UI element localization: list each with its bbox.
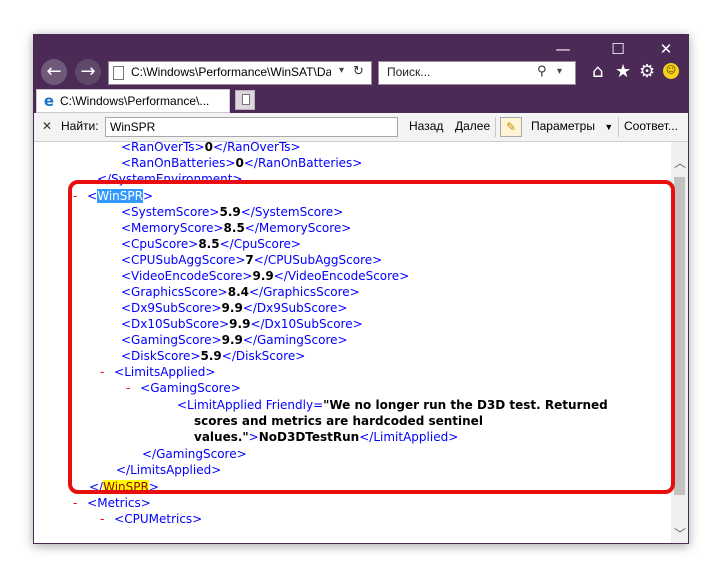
find-next-button[interactable]: Далее: [455, 119, 490, 133]
close-button[interactable]: ✕: [648, 37, 684, 61]
refresh-icon[interactable]: ↻: [353, 64, 364, 79]
browser-tab[interactable]: e C:\Windows\Performance\...: [36, 89, 230, 113]
xml-value: 0: [204, 142, 213, 154]
find-divider-2: [618, 117, 619, 137]
xml-line-metrics-open: - <Metrics>: [73, 495, 151, 511]
settings-icon[interactable]: ⚙: [639, 60, 655, 84]
favorites-icon[interactable]: ★: [615, 60, 631, 84]
scroll-thumb[interactable]: [674, 177, 685, 495]
search-placeholder[interactable]: Поиск...: [387, 65, 430, 79]
forward-arrow-icon: →: [80, 61, 96, 82]
match-count-button[interactable]: Соответ...: [624, 119, 678, 133]
find-prev-button[interactable]: Назад: [409, 119, 443, 133]
address-text[interactable]: C:\Windows\Performance\WinSAT\Da: [131, 65, 331, 79]
scroll-up-icon[interactable]: ︿: [674, 154, 686, 171]
xml-close-tag: </RanOnBatteries>: [243, 156, 363, 170]
tab-title: C:\Windows\Performance\...: [60, 94, 210, 108]
address-dropdown-icon[interactable]: ▾: [339, 65, 344, 76]
back-button[interactable]: ←: [41, 59, 67, 85]
maximize-button[interactable]: ☐: [600, 37, 636, 61]
forward-button[interactable]: →: [75, 59, 101, 85]
xml-line-ranoverts: <RanOverTs>0</RanOverTs>: [121, 142, 301, 155]
search-dropdown-icon[interactable]: ▾: [557, 66, 562, 77]
find-bar: ✕ Найти: WinSPR Назад Далее ✎ Параметры …: [34, 113, 688, 142]
collapse-toggle[interactable]: -: [100, 512, 104, 526]
xml-open-tag: <RanOnBatteries>: [121, 156, 236, 170]
options-label: Параметры: [531, 119, 595, 133]
find-label: Найти:: [61, 119, 99, 133]
scroll-down-icon[interactable]: ﹀: [674, 525, 686, 542]
xml-line-cpumetrics-open: - <CPUMetrics>: [100, 511, 202, 527]
find-divider: [495, 117, 496, 137]
address-bar[interactable]: C:\Windows\Performance\WinSAT\Da ▾ ↻: [108, 61, 372, 85]
new-tab-icon: [242, 94, 250, 105]
annotation-highlight-box: [68, 180, 675, 494]
options-arrow-icon: ▼: [604, 122, 614, 132]
xml-open-tag: <RanOverTs>: [121, 142, 205, 154]
xml-line-ranonbatteries: <RanOnBatteries>0</RanOnBatteries>: [121, 155, 362, 171]
page-icon: [113, 66, 124, 80]
feedback-smiley-icon[interactable]: ☺: [663, 63, 679, 79]
xml-value: 0: [235, 156, 244, 170]
home-icon[interactable]: ⌂: [592, 60, 603, 84]
back-arrow-icon: ←: [46, 61, 62, 82]
options-button[interactable]: Параметры ▼: [531, 119, 613, 133]
highlight-matches-pen-icon[interactable]: ✎: [500, 117, 522, 137]
ie-logo-icon: e: [43, 92, 55, 110]
new-tab-button[interactable]: [235, 90, 255, 110]
collapse-toggle[interactable]: -: [73, 496, 77, 510]
minimize-button[interactable]: —: [545, 37, 581, 61]
close-find-icon[interactable]: ✕: [42, 119, 52, 133]
search-box[interactable]: Поиск... ⚲ ▾: [378, 61, 576, 85]
xml-open-tag: <Metrics>: [87, 496, 151, 510]
search-icon[interactable]: ⚲: [537, 64, 547, 79]
xml-close-tag: </RanOverTs>: [212, 142, 301, 154]
find-input[interactable]: WinSPR: [105, 117, 398, 137]
xml-open-tag: <CPUMetrics>: [114, 512, 203, 526]
